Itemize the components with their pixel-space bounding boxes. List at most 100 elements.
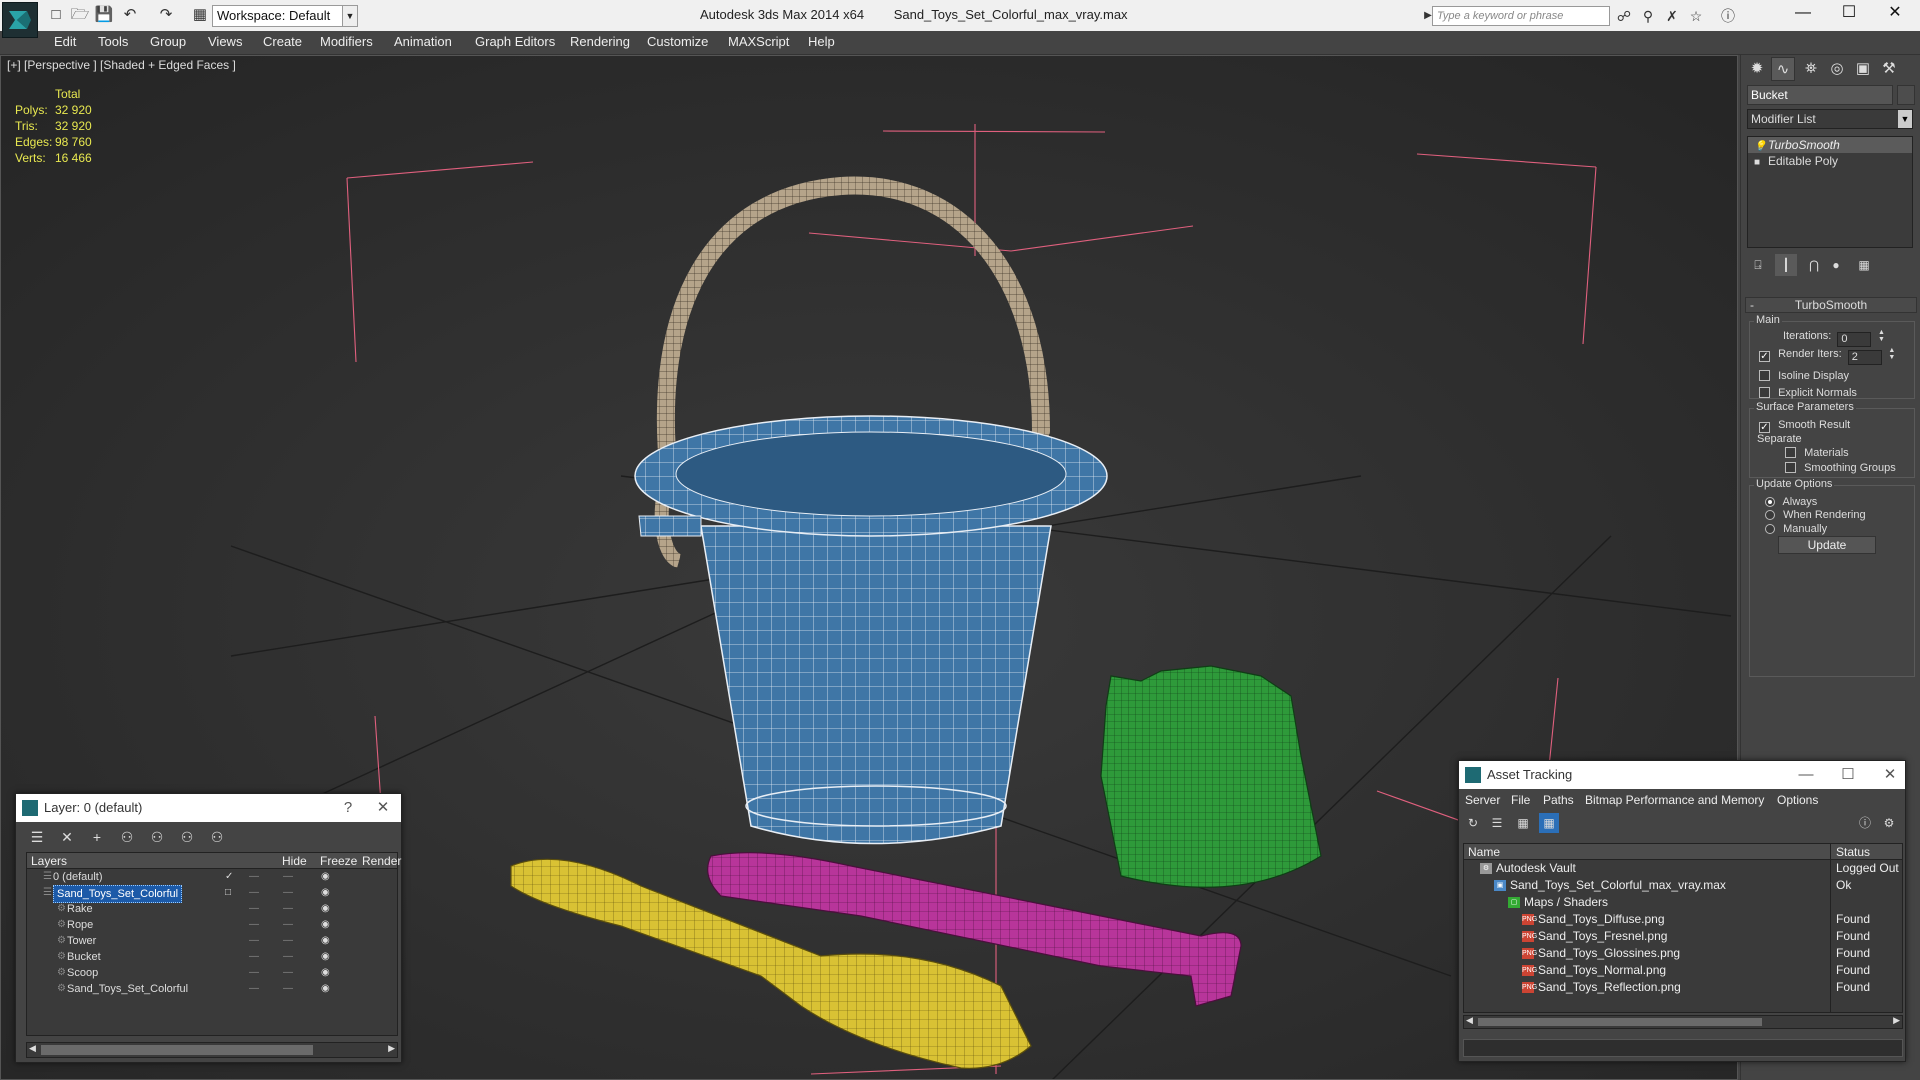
close-button[interactable]: ✕ [1872,0,1918,28]
render-teapot-icon[interactable]: ◉ [321,901,330,917]
freeze-toggle[interactable]: — [283,869,293,885]
layer-name[interactable]: Sand_Toys_Set_Colorful [67,981,188,997]
asset-menu-server[interactable]: Server [1465,793,1500,807]
asset-menu-bitmap-performance[interactable]: Bitmap Performance and Memory [1585,793,1764,807]
smooth-result-checkbox[interactable]: ✓ [1759,422,1770,433]
column-hide[interactable]: Hide [282,854,307,868]
viewport-label[interactable]: [+] [Perspective ] [Shaded + Edged Faces… [7,58,236,72]
menu-animation[interactable]: Animation [394,34,452,49]
asset-row[interactable]: PNG Sand_Toys_Glossines.png Found [1464,945,1902,962]
search-input[interactable]: Type a keyword or phrase [1432,6,1610,26]
hide-toggle[interactable]: — [249,917,259,933]
freeze-toggle[interactable]: — [283,917,293,933]
motion-tab-icon[interactable]: ◎ [1825,57,1849,81]
favorites-star-icon[interactable]: ☆ [1686,6,1706,26]
freeze-toggle[interactable]: — [283,981,293,997]
menu-help[interactable]: Help [808,34,835,49]
asset-row[interactable]: ▢ Maps / Shaders [1464,894,1902,911]
isoline-checkbox[interactable] [1759,370,1770,381]
hide-toggle[interactable]: — [249,949,259,965]
asset-window-titlebar[interactable]: Asset Tracking — ☐ ✕ [1459,761,1905,789]
workspace-dropdown-arrow[interactable]: ▼ [342,5,358,27]
object-color-swatch[interactable] [1897,85,1915,105]
display-tab-icon[interactable]: ▣ [1851,57,1875,81]
asset-row[interactable]: PNG Sand_Toys_Reflection.png Found [1464,979,1902,996]
menu-rendering[interactable]: Rendering [570,34,630,49]
utilities-tab-icon[interactable]: ⚒ [1877,57,1901,81]
horizontal-scrollbar[interactable]: ◀ ▶ [26,1042,398,1058]
make-unique-icon[interactable]: ⋂ [1803,254,1825,276]
asset-menu-file[interactable]: File [1511,793,1530,807]
hide-all-icon[interactable]: ⚇ [176,826,198,848]
hide-toggle[interactable]: — [249,965,259,981]
layer-row[interactable]: ⚙ Rope — — ◉ [27,917,397,933]
stack-item-editable-poly[interactable]: ■ Editable Poly [1748,153,1912,169]
horizontal-scrollbar[interactable]: ◀ ▶ [1463,1015,1903,1029]
create-layer-icon[interactable]: ☰ [26,826,48,848]
layer-name[interactable]: 0 (default) [53,869,103,885]
asset-menu-options[interactable]: Options [1777,793,1818,807]
layer-row[interactable]: ⚙ Bucket — — ◉ [27,949,397,965]
maximize-button[interactable]: ☐ [1826,0,1872,28]
layer-name[interactable]: Bucket [67,949,101,965]
freeze-all-icon[interactable]: ⚇ [206,826,228,848]
configure-modifier-sets-icon[interactable]: ▦ [1853,254,1875,276]
smoothing-groups-checkbox[interactable] [1785,462,1796,473]
column-freeze[interactable]: Freeze [320,854,357,868]
hide-toggle[interactable]: — [249,869,259,885]
hide-toggle[interactable]: — [249,933,259,949]
layer-row[interactable]: ⚙ Scoop — — ◉ [27,965,397,981]
layer-row[interactable]: ⚙ Tower — — ◉ [27,933,397,949]
menu-edit[interactable]: Edit [54,34,76,49]
undo-icon[interactable]: ↶ [120,5,140,25]
show-end-result-icon[interactable]: ┃ [1775,254,1797,276]
delete-layer-icon[interactable]: ✕ [56,826,78,848]
update-button[interactable]: Update [1778,536,1876,554]
refresh-icon[interactable]: ↻ [1463,813,1483,833]
freeze-toggle[interactable]: — [283,933,293,949]
create-tab-icon[interactable]: ✹ [1745,57,1769,81]
layer-name[interactable]: Tower [67,933,96,949]
menu-modifiers[interactable]: Modifiers [320,34,373,49]
list-view-icon[interactable]: ☰ [1487,813,1507,833]
hide-toggle[interactable]: — [249,981,259,997]
render-teapot-icon[interactable]: ◉ [321,885,330,901]
remove-modifier-icon[interactable]: ● [1825,254,1847,276]
menu-group[interactable]: Group [150,34,186,49]
materials-checkbox[interactable] [1785,447,1796,458]
hide-toggle[interactable]: — [249,901,259,917]
asset-row[interactable]: ▣ Sand_Toys_Set_Colorful_max_vray.max Ok [1464,877,1902,894]
save-icon[interactable]: 💾 [94,5,114,25]
explicit-normals-checkbox[interactable] [1759,387,1770,398]
binoculars-icon[interactable]: ☍ [1614,6,1634,26]
render-teapot-icon[interactable]: ◉ [321,869,330,885]
chevron-down-icon[interactable]: ▼ [1898,110,1912,128]
add-to-layer-icon[interactable]: + [86,826,108,848]
modify-tab-icon[interactable]: ∿ [1771,57,1795,81]
scroll-left-icon[interactable]: ◀ [1466,1015,1473,1026]
column-render[interactable]: Render [362,854,401,868]
subscription-icon[interactable]: ⚲ [1638,6,1658,26]
render-teapot-icon[interactable]: ◉ [321,917,330,933]
asset-row[interactable]: PNG Sand_Toys_Diffuse.png Found [1464,911,1902,928]
menu-customize[interactable]: Customize [647,34,708,49]
menu-tools[interactable]: Tools [98,34,128,49]
select-objects-icon[interactable]: ⚇ [116,826,138,848]
menu-create[interactable]: Create [263,34,302,49]
hide-toggle[interactable]: — [249,885,259,901]
update-manually-radio[interactable] [1765,524,1775,534]
layer-row[interactable]: ⚙ Sand_Toys_Set_Colorful — — ◉ [27,981,397,997]
render-teapot-icon[interactable]: ◉ [321,933,330,949]
scroll-right-icon[interactable]: ▶ [388,1043,395,1054]
close-button[interactable]: ✕ [368,794,398,822]
new-file-icon[interactable]: □ [46,5,66,25]
scroll-left-icon[interactable]: ◀ [29,1043,36,1054]
object-name-field[interactable]: Bucket [1747,85,1893,105]
asset-row[interactable]: ⚙ Autodesk Vault Logged Out [1464,860,1902,877]
minimize-button[interactable]: — [1780,0,1826,28]
table-view-icon[interactable]: ▦ [1539,813,1559,833]
asset-path-field[interactable] [1463,1039,1903,1057]
layer-row[interactable]: ☰ Sand_Toys_Set_Colorful □ — — ◉ [27,885,397,903]
render-iters-checkbox[interactable]: ✓ [1759,351,1770,362]
layer-name[interactable]: Rope [67,917,93,933]
